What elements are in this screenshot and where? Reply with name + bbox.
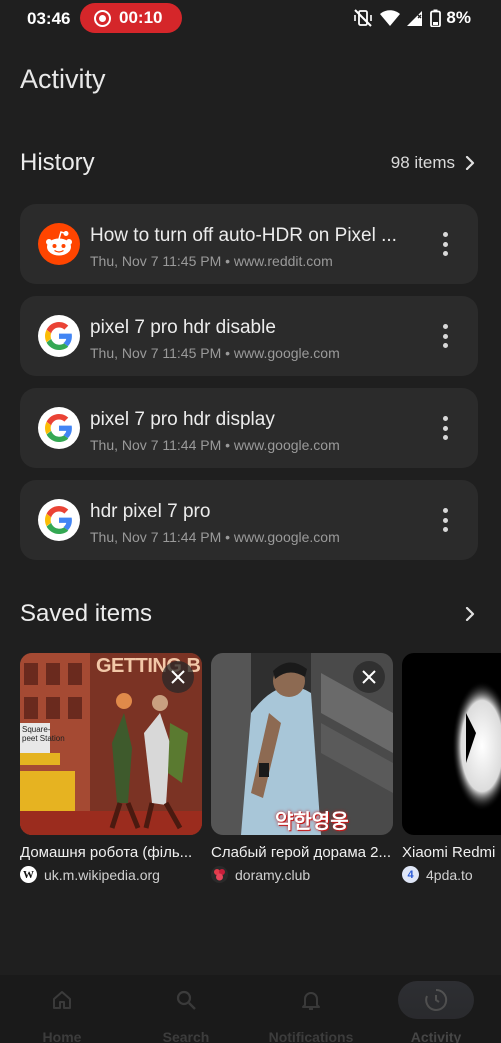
saved-item[interactable]: GETTING BY Square- peet Station Домашня … <box>20 653 202 883</box>
chevron-right-icon[interactable] <box>463 607 477 621</box>
google-icon <box>38 315 80 357</box>
more-vert-icon[interactable] <box>442 508 448 532</box>
saved-items-title: Saved items <box>20 600 153 627</box>
saved-items-header[interactable]: Saved items <box>20 594 477 634</box>
home-icon <box>53 991 71 1009</box>
saved-item-source: 4 4pda.to <box>402 866 501 883</box>
battery-icon <box>430 9 442 27</box>
saved-item[interactable]: Xiaomi Redmi 4 4pda.to <box>402 653 501 883</box>
signal-icon <box>407 11 423 26</box>
history-item-meta: Thu, Nov 7 11:44 PM • www.google.com <box>90 529 340 545</box>
history-item[interactable]: pixel 7 pro hdr disable Thu, Nov 7 11:45… <box>20 296 478 376</box>
battery-percent: 8% <box>446 8 471 27</box>
wifi-icon <box>380 10 401 26</box>
saved-item-source-text: uk.m.wikipedia.org <box>44 866 160 883</box>
history-count: 98 items <box>390 153 455 172</box>
history-item-title: pixel 7 pro hdr disable <box>90 317 276 338</box>
history-title: History <box>20 149 95 176</box>
saved-item-source: W uk.m.wikipedia.org <box>20 866 202 883</box>
more-vert-icon[interactable] <box>442 416 448 440</box>
history-item-meta: Thu, Nov 7 11:45 PM • www.reddit.com <box>90 253 333 269</box>
search-icon <box>176 990 196 1010</box>
history-see-all-link[interactable]: 98 items <box>391 153 477 173</box>
nav-notifications[interactable]: Notifications <box>261 981 361 1043</box>
bottom-navigation: Home Search Notifications Activity <box>0 975 501 1043</box>
remove-saved-item-button[interactable] <box>353 661 385 693</box>
more-vert-icon[interactable] <box>442 324 448 348</box>
vibrate-off-icon <box>354 9 373 27</box>
chevron-right-icon <box>465 156 475 170</box>
nav-notifications-label: Notifications <box>268 1029 354 1043</box>
saved-item-source-text: 4pda.to <box>426 866 473 883</box>
status-icons: 8% <box>353 8 471 28</box>
history-item-title: How to turn off auto-HDR on Pixel ... <box>90 225 397 246</box>
saved-item-source: doramy.club <box>211 866 393 883</box>
nav-search-label: Search <box>162 1029 210 1043</box>
activity-icon <box>425 988 448 1011</box>
reddit-icon <box>38 223 80 265</box>
status-time: 03:46 <box>27 9 71 28</box>
history-item-title: hdr pixel 7 pro <box>90 501 211 522</box>
history-item-title: pixel 7 pro hdr display <box>90 409 275 430</box>
history-item[interactable]: pixel 7 pro hdr display Thu, Nov 7 11:44… <box>20 388 478 468</box>
google-icon <box>38 407 80 449</box>
history-header: History 98 items <box>20 143 477 183</box>
saved-item-source-text: doramy.club <box>235 866 311 883</box>
nav-activity-label: Activity <box>410 1029 462 1043</box>
saved-item-title: Xiaomi Redmi <box>402 844 496 861</box>
thumbnail-headline: 약한영웅 <box>275 811 349 833</box>
saved-item-title: Слабый герой дорама 2... <box>211 844 392 861</box>
bell-icon <box>302 992 320 1010</box>
history-item[interactable]: hdr pixel 7 pro Thu, Nov 7 11:44 PM • ww… <box>20 480 478 560</box>
status-bar: 03:46 00:10 8% <box>0 0 501 36</box>
nav-activity[interactable]: Activity <box>386 981 486 1043</box>
saved-item-thumbnail: GETTING BY Square- peet Station <box>20 653 202 835</box>
history-item-meta: Thu, Nov 7 11:44 PM • www.google.com <box>90 437 340 453</box>
wikipedia-icon: W <box>20 866 37 883</box>
google-icon <box>38 499 80 541</box>
history-item[interactable]: How to turn off auto-HDR on Pixel ... Th… <box>20 204 478 284</box>
saved-item-thumbnail <box>402 653 501 835</box>
history-item-meta: Thu, Nov 7 11:45 PM • www.google.com <box>90 345 340 361</box>
nav-home-label: Home <box>42 1029 82 1043</box>
4pda-icon: 4 <box>402 866 419 883</box>
nav-home[interactable]: Home <box>12 981 112 1043</box>
close-icon <box>362 670 376 684</box>
more-vert-icon[interactable] <box>442 232 448 256</box>
close-icon <box>171 670 185 684</box>
thumbnail-sign: Square- peet Station <box>22 725 65 743</box>
saved-item-title: Домашня робота (філь... <box>20 844 193 861</box>
recording-time: 00:10 <box>119 8 163 27</box>
page-title: Activity <box>20 64 106 94</box>
nav-search[interactable]: Search <box>136 981 236 1043</box>
remove-saved-item-button[interactable] <box>162 661 194 693</box>
screen-recording-indicator[interactable]: 00:10 <box>80 3 182 33</box>
saved-item[interactable]: 약한영웅 Слабый герой дорама 2... doramy.clu… <box>211 653 393 883</box>
doramy-club-icon <box>211 866 228 883</box>
saved-item-thumbnail: 약한영웅 <box>211 653 393 835</box>
record-icon <box>94 9 111 27</box>
